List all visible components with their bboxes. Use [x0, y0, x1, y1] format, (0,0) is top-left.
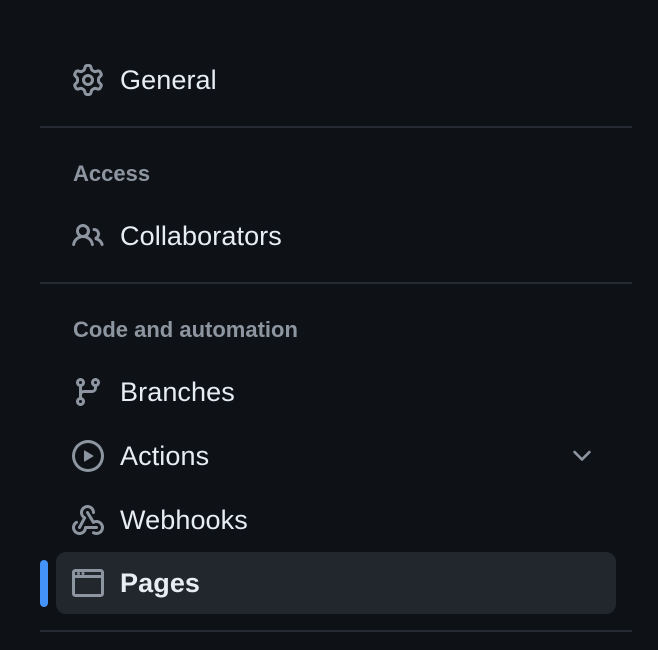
- divider: [40, 126, 632, 128]
- git-branch-icon: [72, 376, 104, 408]
- sidebar-item-general[interactable]: General: [56, 49, 616, 111]
- group-heading-code-and-automation: Code and automation: [73, 317, 298, 342]
- play-icon: [72, 440, 104, 472]
- sidebar-item-webhooks[interactable]: Webhooks: [56, 489, 616, 551]
- group-heading-access: Access: [73, 161, 151, 186]
- sidebar-item-branches[interactable]: Branches: [56, 361, 616, 423]
- sidebar-item-label: General: [120, 65, 217, 95]
- sidebar-item-label: Actions: [120, 441, 210, 471]
- divider: [40, 282, 632, 284]
- chevron-down-icon[interactable]: [568, 442, 596, 470]
- sidebar-item-collaborators[interactable]: Collaborators: [56, 205, 616, 267]
- settings-sidebar: General Access Collaborators Code and au…: [0, 0, 658, 650]
- sidebar-item-label: Pages: [120, 568, 201, 598]
- sidebar-item-label: Collaborators: [120, 221, 282, 251]
- sidebar-item-actions[interactable]: Actions: [56, 425, 616, 487]
- sidebar-item-label: Webhooks: [120, 505, 248, 535]
- browser-icon: [72, 567, 104, 599]
- sidebar-item-pages[interactable]: Pages: [56, 552, 616, 614]
- sidebar-item-label: Branches: [120, 377, 235, 407]
- webhook-icon: [72, 504, 104, 536]
- divider: [40, 630, 632, 632]
- active-indicator: [40, 560, 48, 607]
- people-icon: [72, 220, 104, 252]
- gear-icon: [72, 64, 104, 96]
